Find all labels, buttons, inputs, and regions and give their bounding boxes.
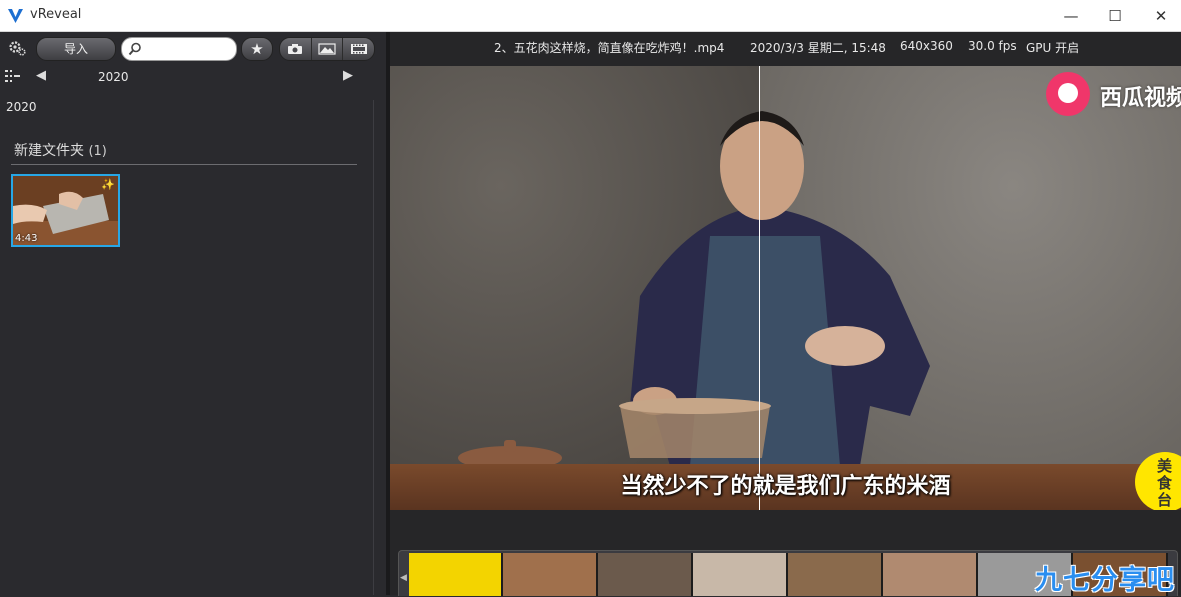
panorama-filter-button[interactable] [312, 38, 344, 60]
settings-gear-icon[interactable] [8, 39, 26, 57]
filmstrip-frame[interactable] [883, 553, 978, 596]
panorama-icon [318, 43, 336, 55]
video-thumbnail[interactable]: ✨ 4:43 [11, 174, 120, 247]
next-year-arrow-icon[interactable]: ▶ [343, 68, 353, 83]
video-frame-image [458, 111, 1130, 484]
gpu-status: GPU 开启 [1026, 41, 1080, 55]
video-filter-button[interactable] [343, 38, 374, 60]
preview-pane: 2、五花肉这样烧，简直像在吃炸鸡！.mp4 2020/3/3 星期二, 15:4… [390, 32, 1181, 596]
folder-divider [11, 164, 357, 165]
video-resolution: 640x360 [900, 39, 953, 53]
current-year: 2020 [98, 70, 129, 84]
minimize-button[interactable]: — [1048, 0, 1094, 31]
filmstrip-left-arrow-icon[interactable]: ◀ [400, 573, 407, 583]
vreveal-logo-icon [8, 9, 23, 23]
close-button[interactable]: ✕ [1138, 0, 1181, 31]
search-box[interactable] [121, 37, 237, 61]
title-bar: vReveal — ☐ ✕ [0, 0, 1181, 32]
channel-logo-text: 西瓜视频 [1100, 86, 1181, 111]
filmstrip-frame[interactable] [788, 553, 883, 596]
date-navigation: ◀ 2020 ▶ [0, 66, 386, 88]
video-preview[interactable]: 当然少不了的就是我们广东的米酒 西瓜视频 美食台 [390, 66, 1181, 510]
camera-icon [288, 44, 303, 54]
compare-split-line[interactable] [759, 66, 760, 510]
corner-badge-text: 美食台 [1157, 457, 1173, 509]
filmstrip-frame[interactable] [598, 553, 693, 596]
folder-header[interactable]: 新建文件夹 (1) [14, 140, 107, 160]
photos-filter-button[interactable] [280, 38, 312, 60]
search-icon [128, 42, 141, 56]
filmstrip-frame[interactable] [409, 553, 503, 596]
video-date: 2020/3/3 星期二, 15:48 [750, 41, 886, 55]
magic-wand-icon: ✨ [101, 178, 115, 191]
channel-play-logo-icon [1046, 72, 1090, 116]
video-fps: 30.0 fps [968, 39, 1017, 53]
tree-view-icon[interactable] [5, 69, 21, 83]
folder-name: 新建文件夹 [14, 143, 84, 159]
video-info-bar: 2、五花肉这样烧，简直像在吃炸鸡！.mp4 2020/3/3 星期二, 15:4… [390, 32, 1181, 62]
star-icon: ★ [250, 40, 264, 58]
folder-count: (1) [88, 144, 107, 159]
scrollbar-track[interactable] [373, 100, 374, 595]
year-group-label: 2020 [6, 100, 37, 114]
maximize-button[interactable]: ☐ [1092, 0, 1138, 31]
video-duration: 4:43 [15, 233, 38, 244]
watermark-text: 九七分享吧 [1035, 565, 1175, 596]
import-button[interactable]: 导入 [36, 37, 116, 61]
library-pane: 导入 ★ ◀ 2020 ▶ 2020 新建文件夹 (1) ✨ 4:43 [0, 32, 386, 595]
filmstrip-frame[interactable] [693, 553, 788, 596]
video-filename: 2、五花肉这样烧，简直像在吃炸鸡！.mp4 [494, 41, 725, 55]
film-icon [350, 44, 367, 54]
search-input[interactable] [144, 40, 234, 60]
previous-year-arrow-icon[interactable]: ◀ [36, 68, 46, 83]
filmstrip-frame[interactable] [503, 553, 598, 596]
library-toolbar: 导入 ★ [0, 32, 386, 64]
favorites-star-button[interactable]: ★ [241, 37, 273, 61]
video-subtitle: 当然少不了的就是我们广东的米酒 [620, 474, 951, 499]
view-filter-group [279, 37, 375, 61]
window-title: vReveal [30, 7, 82, 22]
